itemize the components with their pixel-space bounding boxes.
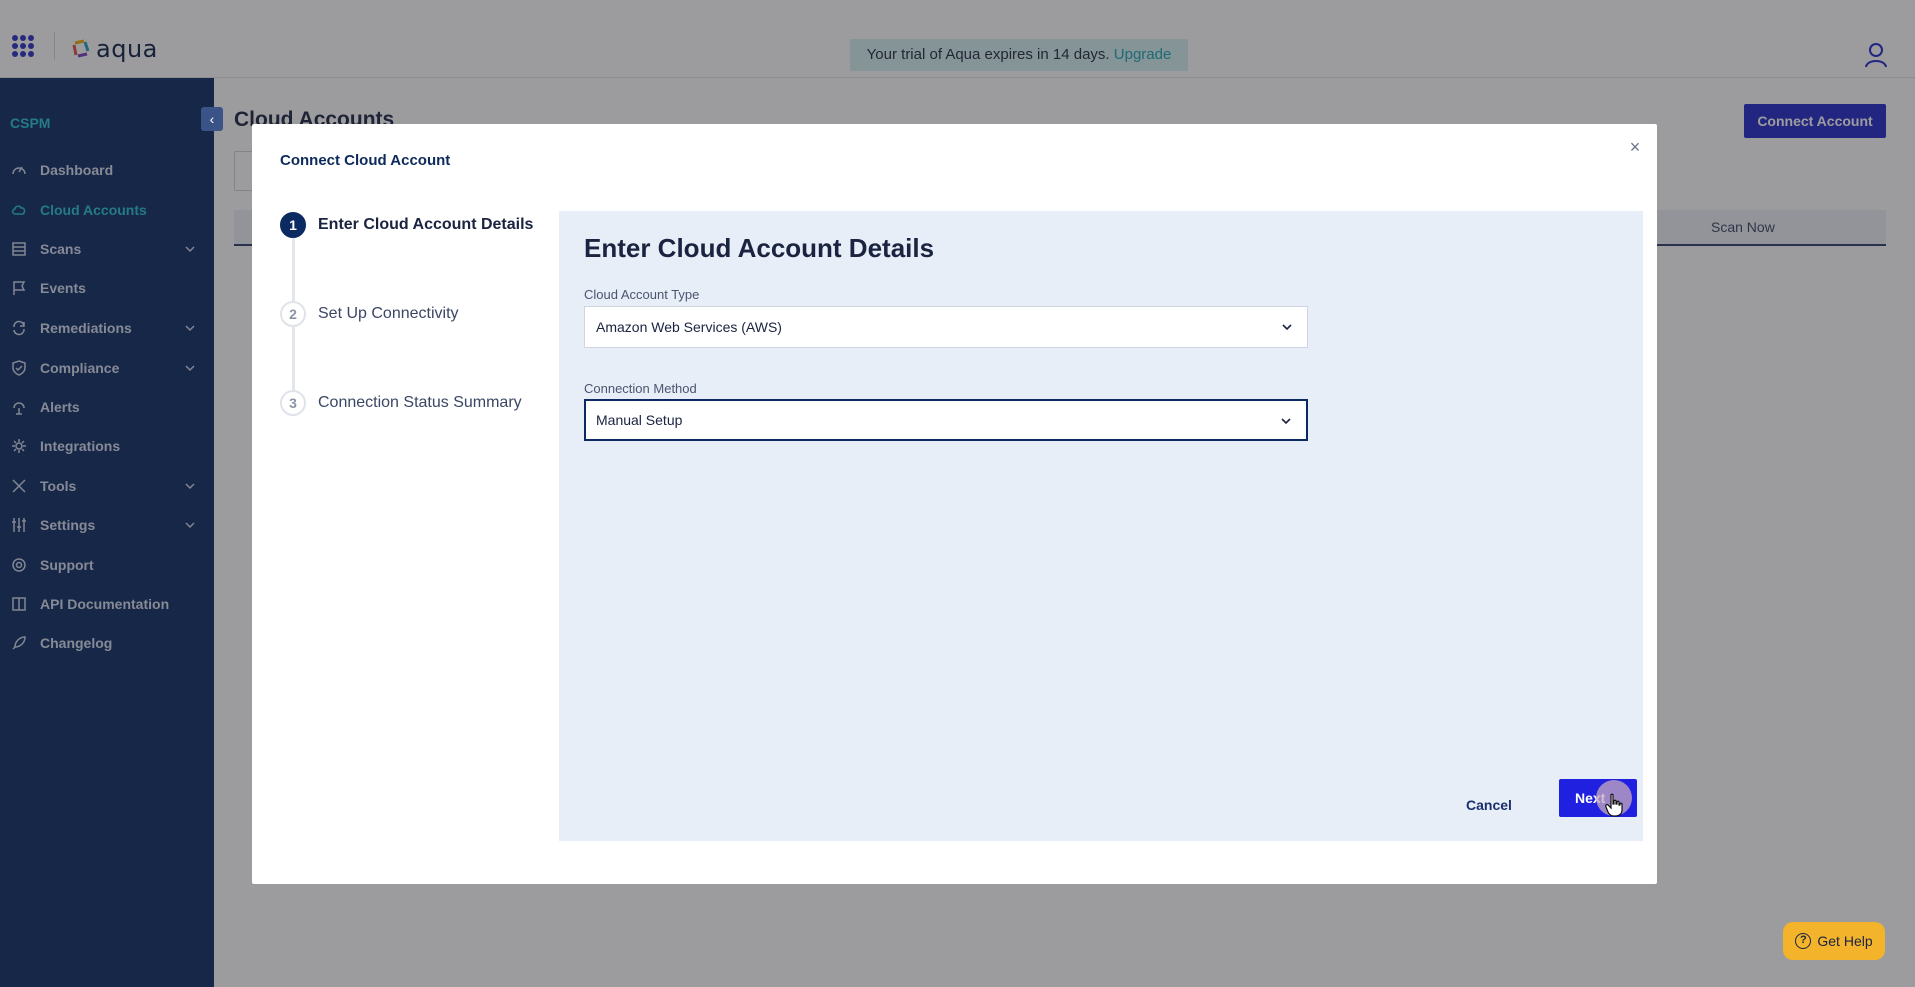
get-help-label: Get Help bbox=[1817, 933, 1873, 949]
cancel-button[interactable]: Cancel bbox=[1456, 787, 1522, 823]
connect-cloud-account-modal: Connect Cloud Account × 1 Enter Cloud Ac… bbox=[252, 124, 1657, 884]
sidebar-collapse-button[interactable]: ‹ bbox=[201, 107, 223, 131]
step-number: 1 bbox=[280, 212, 306, 238]
step-label: Connection Status Summary bbox=[318, 394, 522, 411]
connection-method-label: Connection Method bbox=[584, 381, 697, 396]
account-type-label: Cloud Account Type bbox=[584, 287, 700, 302]
form-heading: Enter Cloud Account Details bbox=[584, 233, 935, 263]
step-3[interactable]: 3 Connection Status Summary bbox=[280, 390, 522, 416]
account-type-select[interactable]: Amazon Web Services (AWS) bbox=[584, 306, 1308, 348]
connection-method-select[interactable]: Manual Setup bbox=[584, 399, 1308, 441]
step-label: Enter Cloud Account Details bbox=[318, 216, 534, 233]
get-help-button[interactable]: ? Get Help bbox=[1783, 922, 1885, 960]
chevron-down-icon bbox=[1282, 324, 1292, 331]
modal-title: Connect Cloud Account bbox=[280, 152, 451, 169]
step-number: 3 bbox=[280, 390, 306, 416]
help-icon: ? bbox=[1795, 933, 1812, 949]
close-icon[interactable]: × bbox=[1626, 138, 1644, 156]
step-number: 2 bbox=[280, 301, 306, 327]
step-2[interactable]: 2 Set Up Connectivity bbox=[280, 301, 459, 327]
step-label: Set Up Connectivity bbox=[318, 305, 459, 322]
form-panel: Enter Cloud Account Details Cloud Accoun… bbox=[559, 211, 1643, 841]
hand-cursor-icon bbox=[1605, 793, 1623, 817]
connection-method-value: Manual Setup bbox=[596, 412, 683, 428]
chevron-down-icon bbox=[1281, 418, 1291, 425]
step-1[interactable]: 1 Enter Cloud Account Details bbox=[280, 212, 533, 238]
account-type-value: Amazon Web Services (AWS) bbox=[596, 319, 782, 335]
